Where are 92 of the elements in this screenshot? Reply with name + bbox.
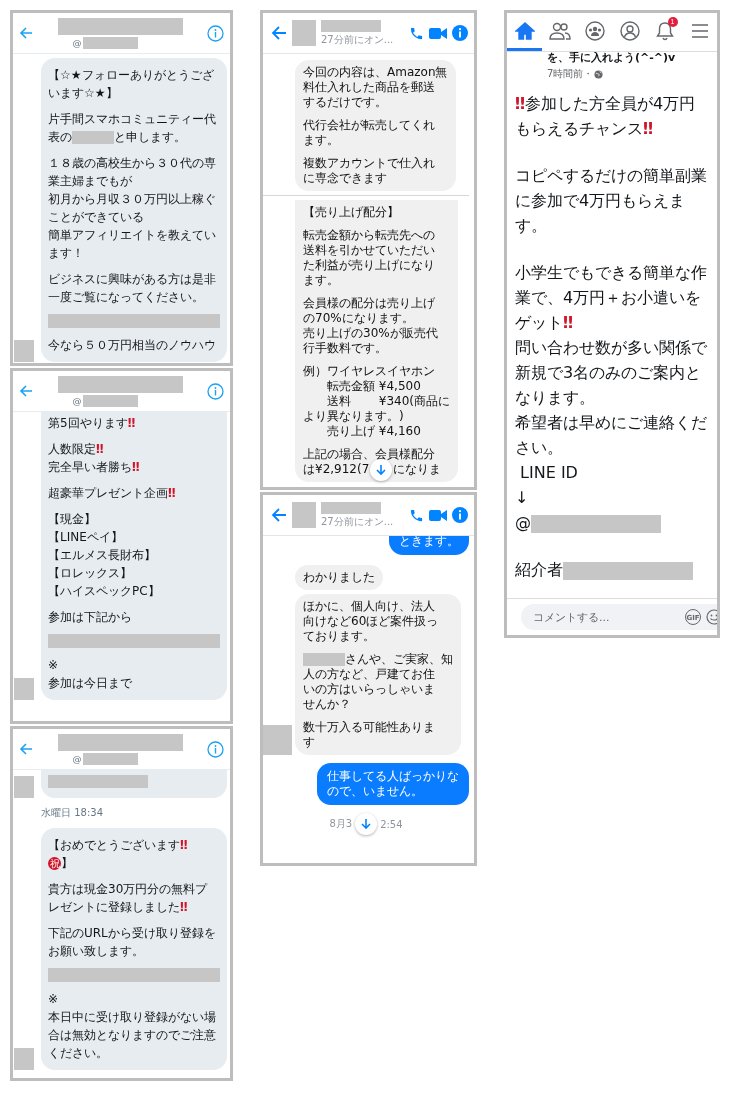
back-arrow-icon[interactable] xyxy=(19,26,33,40)
message-text: と申します。 xyxy=(114,130,186,144)
info-icon[interactable] xyxy=(452,25,468,41)
info-icon[interactable] xyxy=(207,24,224,42)
message-text: ‼参加した方全員が4万円 もらえるチャンス‼ xyxy=(515,93,697,140)
message-text: さんや、ご実家、知 xyxy=(345,652,453,666)
message-text: 転売金額から転売先への 送料を引かせていただい た利益が売り上げになり ます。 xyxy=(303,228,436,288)
message-text: ※ 参加は今日まで xyxy=(48,657,133,692)
message-text: ほかに、個人向け、法人 向けなど60ほど案件扱っ ております。 xyxy=(303,599,440,644)
post-title: を、手に入れよう(^-^)v xyxy=(546,52,677,65)
message-text: 希望者は早めにご連絡くだ xyxy=(515,413,707,432)
message-text: コピペするだけの簡単副業 に参加で4万円もらえま す。 xyxy=(515,165,708,237)
message-text: せんか？ xyxy=(303,697,351,711)
down-arrow-icon xyxy=(360,818,373,830)
message-text: 複数アカウントで仕入れ に専念できます xyxy=(303,156,436,186)
message-text: 数十万入る可能性ありま す xyxy=(303,720,436,750)
message-text: わかりました xyxy=(303,570,375,585)
message-text: になりま xyxy=(393,462,442,476)
message-text: 業で、4万円＋お小遣いを xyxy=(515,288,702,307)
video-camera-icon[interactable] xyxy=(429,508,447,522)
bell-icon xyxy=(654,20,675,41)
group-icon xyxy=(584,20,605,41)
message-text: @ xyxy=(515,513,531,532)
message-text: 新規で3名のみのご案内と xyxy=(515,363,702,382)
back-arrow-icon[interactable] xyxy=(19,384,33,398)
online-status: 27分前にオン... xyxy=(321,514,395,529)
message-text: 貴方は現金30万円分の無料プ レゼントに登録しました‼ xyxy=(48,881,209,916)
timestamp: 水曜日 18:34 xyxy=(41,807,103,818)
message-text: 会員様の配分は売り上げ の70%になります。 売り上げの30%が販売代 行手数料です。 xyxy=(303,296,439,356)
redaction-block xyxy=(303,653,345,666)
message-text: １８歳の高校生から３０代の専 業主婦までもが 初月から月収３０万円以上稼ぐ ことができている 簡単アフィリエイトを教えてい ます！ xyxy=(48,155,217,262)
message-text: なります。 xyxy=(515,388,595,407)
message-text: 参加は下記から xyxy=(48,609,133,626)
user-handle: @ xyxy=(72,753,82,764)
info-icon[interactable] xyxy=(452,507,468,523)
message-text: ※ 本日中に受け取り登録がない場 合は無効となりますのでご注意 ください。 xyxy=(48,991,217,1062)
message-text: 人数限定‼ 完全早い者勝ち‼ xyxy=(48,441,141,476)
message-text: 超豪華プレゼント企画‼ xyxy=(48,485,177,502)
message-text: ときます。 xyxy=(399,534,459,549)
message-text: 上記の場合、会員様配分 xyxy=(303,447,435,461)
people-icon xyxy=(548,21,571,40)
info-icon[interactable] xyxy=(207,740,224,758)
message-text: ビジネスに興味がある方は是非 一度ご覧になってください。 xyxy=(48,271,217,306)
message-text: 表の xyxy=(48,130,72,144)
phone-icon[interactable] xyxy=(409,507,424,523)
back-arrow-icon[interactable] xyxy=(271,507,287,523)
globe-icon xyxy=(594,69,604,79)
emoji-text: ‼ xyxy=(563,313,574,332)
message-text: 人の方など、戸建てお住 xyxy=(303,667,435,681)
message-text: さい。 xyxy=(515,438,563,457)
message-text: 片手間スマホコミュニティー代 xyxy=(48,112,216,126)
avatar-placeholder xyxy=(292,502,316,528)
message-text: いの方はいらっしゃいま xyxy=(303,682,435,696)
menu-icon xyxy=(690,23,709,38)
info-icon[interactable] xyxy=(207,382,224,400)
user-handle: @ xyxy=(72,395,82,406)
video-camera-icon[interactable] xyxy=(429,26,447,40)
message-text: 仕事してる人ばっかりな ので、いません。 xyxy=(327,769,459,799)
message-text: LINE ID xyxy=(519,463,578,482)
redaction-block xyxy=(72,131,114,144)
message-text: 代行会社が転売してくれ ます。 xyxy=(303,118,436,148)
scroll-down-button[interactable] xyxy=(370,458,393,481)
down-arrow-icon xyxy=(375,463,388,476)
message-text: 例）ワイヤレスイヤホン 転売金額 ¥4,500 送料 ¥340(商品に より異なります。) 売り上げ ¥4,160 xyxy=(303,364,451,439)
redaction-block xyxy=(321,19,381,32)
message-text: 紹介者 xyxy=(515,560,563,579)
post-time: 7時間前・ xyxy=(547,67,594,81)
back-arrow-icon[interactable] xyxy=(271,25,287,41)
timestamp: 8月3 xyxy=(329,817,353,831)
profile-icon xyxy=(619,20,640,41)
message-text: 【売り上げ配分】 xyxy=(303,205,400,220)
user-handle: @ xyxy=(72,37,82,48)
online-status: 27分前にオン... xyxy=(321,32,395,47)
redaction-block xyxy=(321,501,381,514)
message-text: 問い合わせ数が多い関係で xyxy=(515,338,707,357)
message-text: ↓ xyxy=(515,488,529,507)
message-text: 今回の内容は、Amazon無 料仕入れした商品を郵送 するだけです。 xyxy=(303,65,448,110)
message-text: は¥2,912(7 xyxy=(303,462,370,476)
message-text: 【現金】 【LINEペイ】 【エルメス長財布】 【ロレックス】 【ハイスペックPC】 xyxy=(48,511,161,600)
home-icon xyxy=(514,21,535,40)
avatar-placeholder xyxy=(292,20,316,46)
timestamp: 2:54 xyxy=(380,818,403,830)
message-text: 今なら５０万円相当のノウハウ xyxy=(48,337,217,354)
message-text: 第5回やります‼ xyxy=(48,415,137,432)
message-text: 小学生でもできる簡単な作 xyxy=(515,263,707,282)
message-text: 【おめでとうございます‼ 祝】 xyxy=(48,837,189,872)
message-text: ゲット xyxy=(515,313,563,332)
phone-icon[interactable] xyxy=(409,25,424,41)
message-text: 【☆★フォローありがとうござ います☆★】 xyxy=(48,67,215,102)
scroll-down-button[interactable] xyxy=(355,813,378,835)
message-text: 下記のURLから受け取り登録を お願い致します。 xyxy=(48,925,217,960)
back-arrow-icon[interactable] xyxy=(19,742,33,756)
